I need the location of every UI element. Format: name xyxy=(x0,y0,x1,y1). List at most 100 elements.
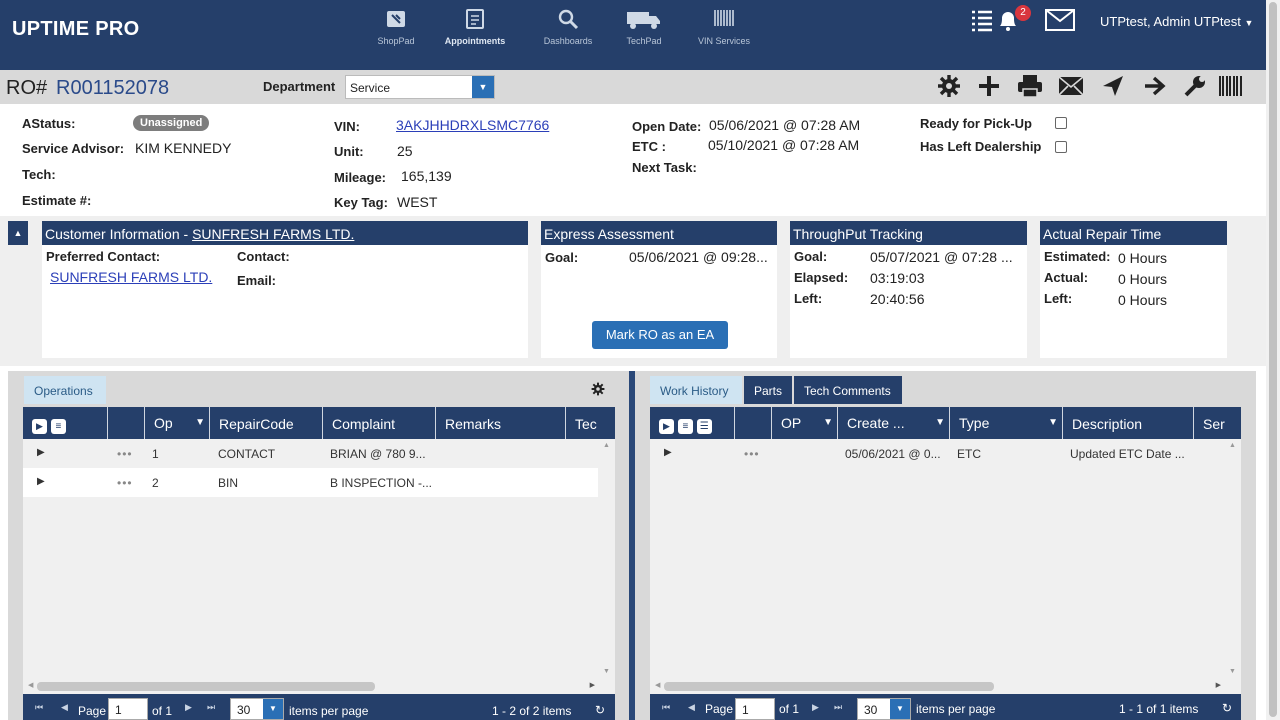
column-chooser-icon[interactable]: ≡ xyxy=(50,419,66,434)
nav-vin-services[interactable]: VIN Services xyxy=(684,8,764,46)
mark-ro-ea-button[interactable]: Mark RO as an EA xyxy=(592,321,728,349)
tech-column-header[interactable]: Tec xyxy=(566,407,615,439)
chevron-down-icon[interactable]: ▼ xyxy=(263,699,283,719)
row-menu-icon[interactable]: ••• xyxy=(117,447,133,461)
tab-work-history[interactable]: Work History xyxy=(650,376,742,404)
op-column-header[interactable]: OP ▼ xyxy=(772,407,838,439)
vertical-scrollbar[interactable]: ▲ ▼ xyxy=(1225,439,1241,679)
next-page-icon[interactable]: ▶ xyxy=(812,702,819,713)
scroll-down-icon[interactable]: ▼ xyxy=(603,668,610,675)
expand-all-icon[interactable]: ▶ xyxy=(659,419,674,434)
tab-operations[interactable]: Operations xyxy=(24,376,106,404)
scroll-down-icon[interactable]: ▼ xyxy=(1229,668,1236,675)
add-icon[interactable] xyxy=(975,74,1003,100)
page-input[interactable]: 1 xyxy=(735,698,775,720)
scrollbar-thumb[interactable] xyxy=(664,682,994,691)
chevron-down-icon[interactable]: ▼ xyxy=(472,76,494,98)
scroll-up-icon[interactable]: ▲ xyxy=(603,442,610,449)
page-size-select[interactable]: 30 ▼ xyxy=(857,698,911,720)
left-dealership-checkbox[interactable] xyxy=(1055,141,1067,153)
table-row[interactable]: ▶ ••• 05/06/2021 @ 0... ETC Updated ETC … xyxy=(650,439,1225,468)
filter-icon[interactable]: ▼ xyxy=(935,417,945,428)
row-expand-icon[interactable]: ▶ xyxy=(664,447,672,458)
scrollbar-thumb[interactable] xyxy=(1269,2,1277,717)
column-chooser-icon[interactable]: ≡ xyxy=(677,419,693,434)
vertical-scrollbar[interactable]: ▲ ▼ xyxy=(599,439,615,679)
department-select[interactable]: Service ▼ xyxy=(345,75,495,99)
user-menu[interactable]: UTPtest, Admin UTPtest ▼ xyxy=(1100,14,1253,29)
last-page-icon[interactable]: ⏭ xyxy=(834,702,842,713)
page-scrollbar[interactable] xyxy=(1266,0,1280,720)
remarks-column-header[interactable]: Remarks xyxy=(436,407,566,439)
rt-left-value: 0 Hours xyxy=(1118,292,1168,308)
complaint-column-header[interactable]: Complaint xyxy=(323,407,436,439)
repaircode-column-header[interactable]: RepairCode xyxy=(210,407,323,439)
table-row[interactable]: ▶ ••• 1 CONTACT BRIAN @ 780 9... xyxy=(23,439,598,468)
scroll-right-icon[interactable]: ▶ xyxy=(1216,681,1221,689)
send-icon[interactable] xyxy=(1099,74,1127,100)
app-logo[interactable]: UPTIME PRO xyxy=(12,18,139,41)
filter-icon[interactable]: ▼ xyxy=(823,417,833,428)
nav-techpad[interactable]: TechPad xyxy=(604,8,684,46)
scrollbar-thumb[interactable] xyxy=(37,682,375,691)
description-column-header[interactable]: Description xyxy=(1063,407,1194,439)
next-page-icon[interactable]: ▶ xyxy=(185,702,192,713)
table-row[interactable]: ▶ ••• 2 BIN B INSPECTION -... xyxy=(23,468,598,497)
expand-all-column[interactable]: ▶ ≡ xyxy=(23,407,108,439)
expand-all-icon[interactable]: ▶ xyxy=(32,419,47,434)
op-column-header[interactable]: Op ▼ xyxy=(145,407,210,439)
first-page-icon[interactable]: ⏮ xyxy=(662,702,670,713)
wrench-icon[interactable] xyxy=(1181,74,1209,100)
print-icon[interactable] xyxy=(1016,74,1044,100)
caret-down-icon: ▼ xyxy=(1244,18,1254,28)
filter-icon[interactable]: ▼ xyxy=(195,417,205,428)
tab-parts[interactable]: Parts xyxy=(744,376,792,404)
row-menu-icon[interactable]: ••• xyxy=(117,476,133,490)
refresh-icon[interactable]: ↻ xyxy=(595,703,605,717)
collapse-up-icon[interactable]: ▲ xyxy=(8,221,28,245)
prev-page-icon[interactable]: ◀ xyxy=(688,702,695,713)
scroll-left-icon[interactable]: ◀ xyxy=(655,681,660,689)
chevron-down-icon[interactable]: ▼ xyxy=(890,699,910,719)
create-column-header[interactable]: Create ... ▼ xyxy=(838,407,950,439)
type-column-header[interactable]: Type ▼ xyxy=(950,407,1063,439)
service-column-header[interactable]: Ser xyxy=(1194,407,1241,439)
email-icon[interactable] xyxy=(1057,74,1085,100)
prev-page-icon[interactable]: ◀ xyxy=(61,702,68,713)
list-view-icon[interactable]: ☰ xyxy=(696,419,712,434)
page-size-select[interactable]: 30 ▼ xyxy=(230,698,284,720)
row-expand-icon[interactable]: ▶ xyxy=(37,447,45,458)
barcode-scan-icon[interactable] xyxy=(1217,74,1245,100)
tab-tech-comments[interactable]: Tech Comments xyxy=(794,376,902,404)
horizontal-scrollbar[interactable]: ◀ ▶ xyxy=(23,679,599,693)
scroll-right-icon[interactable]: ▶ xyxy=(590,681,595,689)
page-label: Page xyxy=(705,702,734,716)
mail-icon[interactable] xyxy=(1045,8,1075,38)
gear-icon[interactable] xyxy=(935,74,963,100)
last-page-icon[interactable]: ⏭ xyxy=(207,702,215,713)
nav-appointments[interactable]: Appointments xyxy=(435,8,515,46)
page-input[interactable]: 1 xyxy=(108,698,148,720)
row-menu-icon[interactable]: ••• xyxy=(744,447,760,461)
arrow-right-icon[interactable] xyxy=(1141,74,1169,100)
customer-info-panel: Customer Information - SUNFRESH FARMS LT… xyxy=(42,221,528,358)
horizontal-scrollbar[interactable]: ◀ ▶ xyxy=(650,679,1225,693)
ready-pickup-checkbox[interactable] xyxy=(1055,117,1067,129)
nav-shoppad[interactable]: ShopPad xyxy=(356,8,436,46)
first-page-icon[interactable]: ⏮ xyxy=(35,702,43,713)
filter-icon[interactable]: ▼ xyxy=(1048,417,1058,428)
scroll-left-icon[interactable]: ◀ xyxy=(28,681,33,689)
refresh-icon[interactable]: ↻ xyxy=(1222,701,1232,715)
nav-dashboards[interactable]: Dashboards xyxy=(528,8,608,46)
list-icon[interactable] xyxy=(970,8,994,38)
mileage-value: 165,139 xyxy=(401,168,452,184)
vin-label: VIN: xyxy=(334,119,360,134)
vin-link[interactable]: 3AKJHHDRXLSMC7766 xyxy=(396,117,549,133)
preferred-contact-link[interactable]: SUNFRESH FARMS LTD. xyxy=(50,269,212,285)
row-expand-icon[interactable]: ▶ xyxy=(37,476,45,487)
scroll-up-icon[interactable]: ▲ xyxy=(1229,442,1236,449)
expand-all-column[interactable]: ▶ ≡ ☰ xyxy=(650,407,735,439)
repair-time-header: Actual Repair Time xyxy=(1040,221,1227,245)
customer-name-link[interactable]: SUNFRESH FARMS LTD. xyxy=(192,226,354,242)
settings-gear-icon[interactable] xyxy=(591,382,605,399)
